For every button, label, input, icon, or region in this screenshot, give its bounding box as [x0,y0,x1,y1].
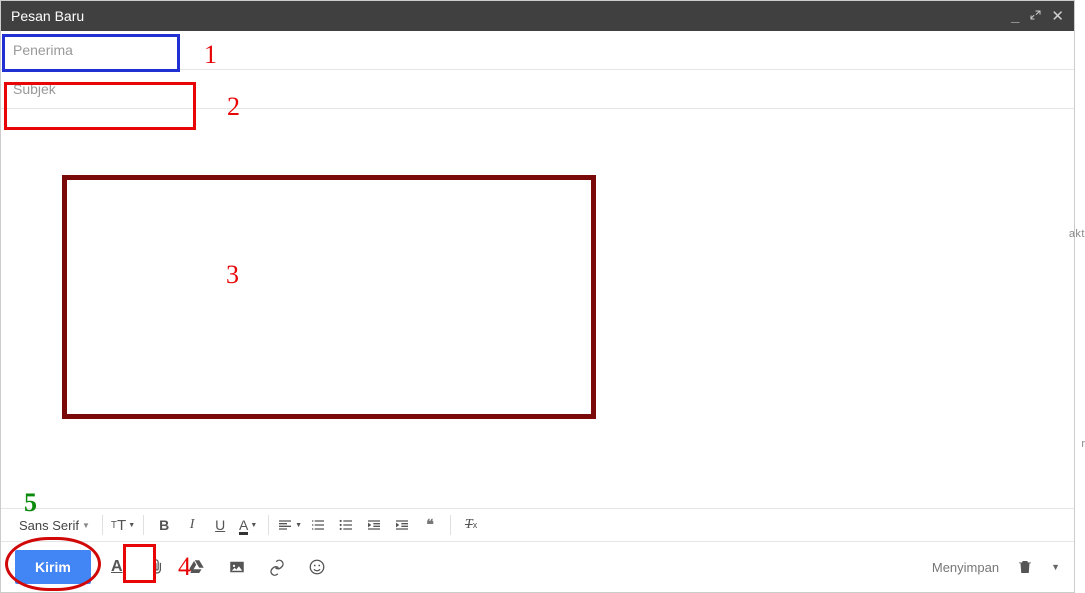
subject-row [1,70,1074,109]
cropped-text: akt [1069,228,1085,240]
chevron-down-icon: ▼ [295,522,302,529]
bold-button[interactable]: B [152,513,176,537]
send-button[interactable]: Kirim [15,550,91,584]
quote-button[interactable]: ❝ [418,513,442,537]
more-menu-icon[interactable]: ▼ [1051,562,1060,572]
separator [143,515,144,535]
format-toolbar: Sans Serif ▼ TT▼ B I U A ▼ ▼ [1,508,1074,542]
chevron-down-icon: ▼ [82,521,90,530]
close-icon[interactable]: ✕ [1051,9,1064,24]
chevron-down-icon: ▼ [250,522,257,529]
separator [268,515,269,535]
attach-icon[interactable] [143,553,171,581]
recipient-row [1,31,1074,70]
italic-button[interactable]: I [180,513,204,537]
separator [450,515,451,535]
font-family-select[interactable]: Sans Serif ▼ [19,518,94,533]
emoji-icon[interactable] [303,553,331,581]
separator [102,515,103,535]
font-size-button[interactable]: TT▼ [111,513,135,537]
window-title: Pesan Baru [11,8,84,24]
subject-input[interactable] [13,70,1062,108]
text-color-button[interactable]: A ▼ [236,513,260,537]
link-icon[interactable] [263,553,291,581]
numbered-list-button[interactable] [306,513,330,537]
underline-button[interactable]: U [208,513,232,537]
chevron-down-icon: ▼ [128,522,135,529]
font-family-label: Sans Serif [19,518,79,533]
indent-more-button[interactable] [390,513,414,537]
compose-window: Pesan Baru _ ✕ Sans Serif ▼ TT▼ B I U A [0,0,1075,593]
body-textarea[interactable] [13,117,1062,508]
bottom-right: Menyimpan ▼ [932,553,1060,581]
trash-icon[interactable] [1011,553,1039,581]
bottom-bar: Kirim A Menyimpan [1,542,1074,592]
drive-icon[interactable] [183,553,211,581]
align-button[interactable]: ▼ [277,513,302,537]
bullet-list-button[interactable] [334,513,358,537]
titlebar-actions: _ ✕ [1011,9,1064,24]
formatting-toggle-icon[interactable]: A [103,553,131,581]
indent-less-button[interactable] [362,513,386,537]
cropped-text: r [1081,438,1085,450]
minimize-icon[interactable]: _ [1011,9,1019,24]
bottom-left: Kirim A [15,550,331,584]
body-area [1,109,1074,508]
photo-icon[interactable] [223,553,251,581]
remove-formatting-button[interactable]: Tx [459,513,483,537]
popout-icon[interactable] [1029,9,1041,24]
saving-status: Menyimpan [932,560,999,575]
recipient-input[interactable] [13,31,1062,69]
titlebar: Pesan Baru _ ✕ [1,1,1074,31]
